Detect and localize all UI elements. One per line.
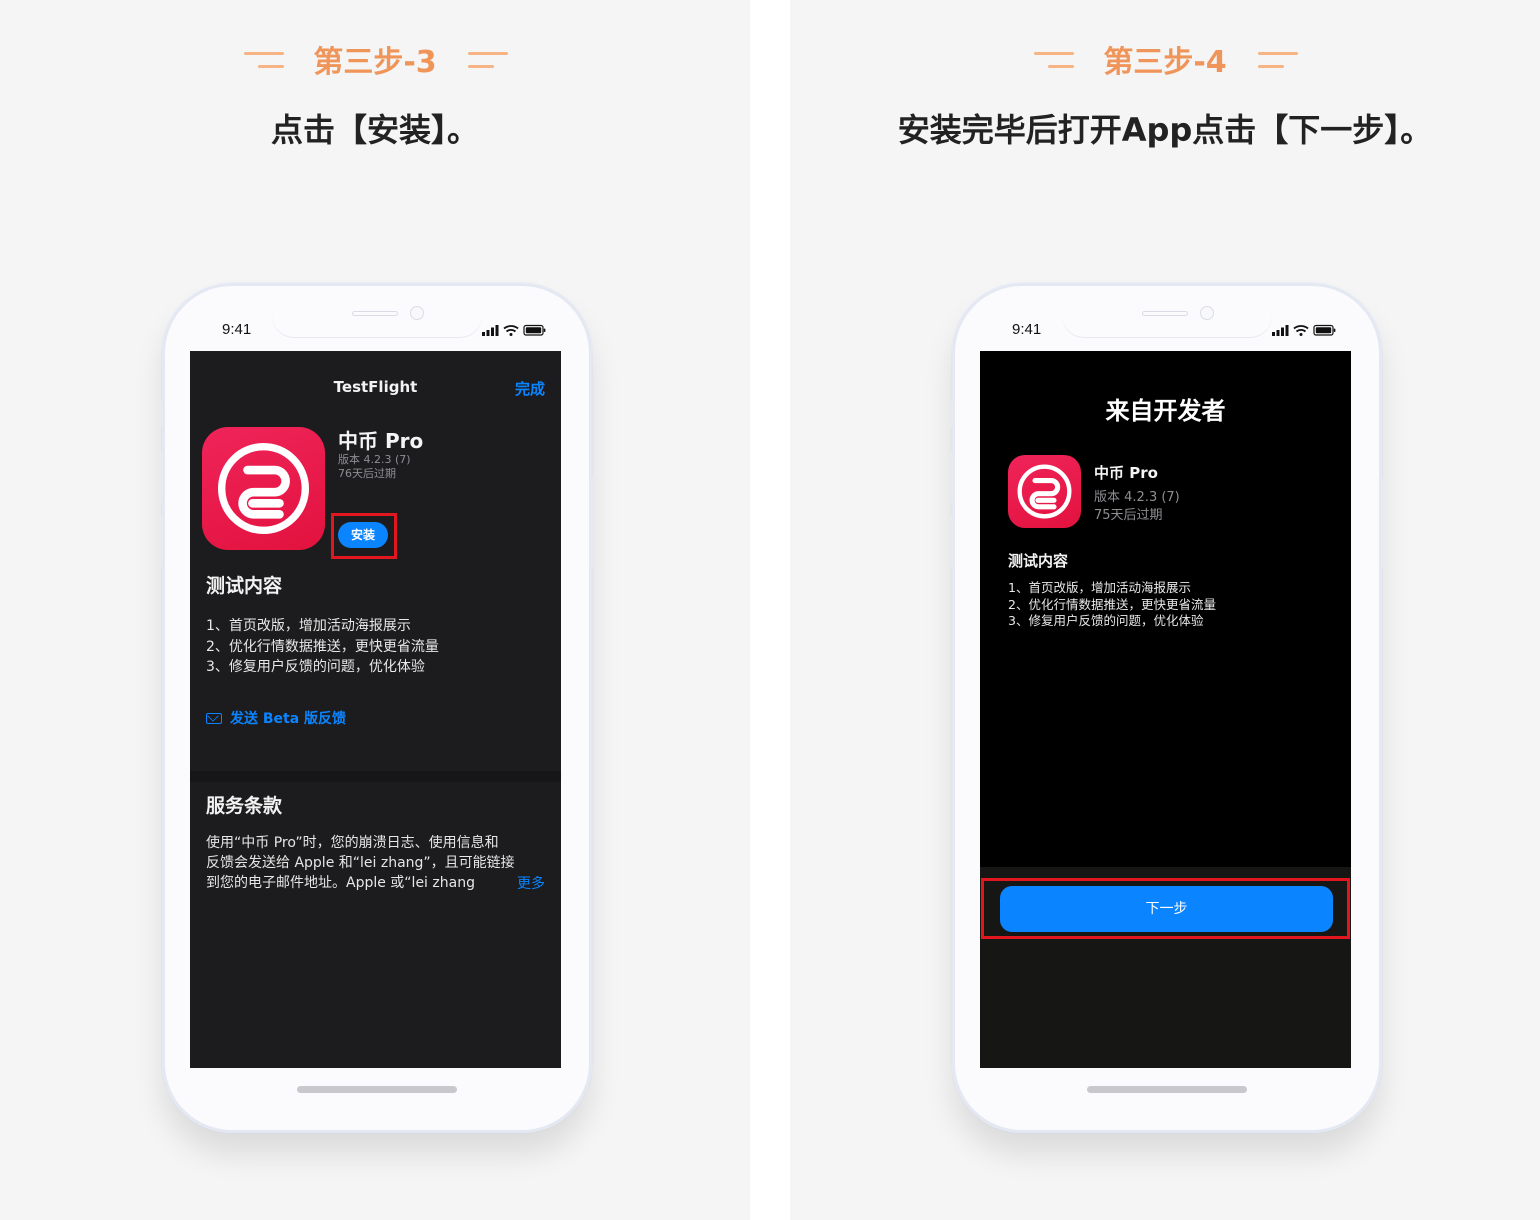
terms-title: 服务条款 (206, 795, 283, 817)
home-indicator (297, 1086, 457, 1093)
step-panel-left: 第三步-3 点击【安装】。 9:41 TestFlight 完成 中币 Pro … (0, 0, 750, 1220)
test-content-title: 测试内容 (1008, 552, 1069, 570)
highlight-box (981, 878, 1350, 939)
app-expiry: 76天后过期 (338, 467, 396, 480)
step-title: 第三步-3 (313, 45, 437, 80)
status-icons (1272, 324, 1336, 336)
app-version: 版本 4.2.3 (7) (1094, 490, 1180, 505)
app-name: 中币 Pro (1094, 464, 1158, 482)
done-button[interactable]: 完成 (515, 378, 545, 399)
terms-line: 使用“中币 Pro”时，您的崩溃日志、使用信息和 (206, 835, 499, 851)
app-expiry: 75天后过期 (1094, 508, 1163, 523)
test-notes: 1、首页改版，增加活动海报展示 2、优化行情数据推送，更快更省流量 3、修复用户… (1008, 580, 1216, 630)
list-item: 3、修复用户反馈的问题，优化体验 (1008, 613, 1204, 628)
speaker-icon (1142, 311, 1188, 316)
speaker-icon (352, 311, 398, 316)
app-logo-icon (202, 427, 325, 550)
list-item: 2、优化行情数据推送，更快更省流量 (206, 638, 439, 655)
camera-icon (410, 306, 424, 320)
status-icons (482, 324, 546, 336)
step-header: 第三步-4 (790, 42, 1540, 86)
wifi-icon (503, 325, 519, 333)
status-time: 9:41 (222, 321, 252, 338)
camera-icon (1200, 306, 1214, 320)
terms-text: 使用“中币 Pro”时，您的崩溃日志、使用信息和 反馈会发送给 Apple 和“… (206, 833, 551, 893)
title-decoration-icon (1258, 52, 1302, 74)
phone-mockup: 9:41 TestFlight 完成 中币 Pro 版本 4.2.3 (7) 7… (159, 283, 595, 1133)
step-title: 第三步-4 (1103, 45, 1227, 80)
battery-icon (523, 324, 546, 336)
wifi-icon (1293, 325, 1309, 333)
list-item: 1、首页改版，增加活动海报展示 (1008, 580, 1191, 595)
signal-icon (1272, 325, 1289, 336)
nav-title: TestFlight (333, 378, 418, 396)
battery-icon (1313, 324, 1336, 336)
step-description: 安装完毕后打开App点击【下一步】。 (897, 111, 1433, 149)
test-content-title: 测试内容 (206, 575, 283, 597)
step-panel-right: 第三步-4 安装完毕后打开App点击【下一步】。 9:41 来自开发者 中币 P… (790, 0, 1540, 1220)
app-logo-icon (1008, 455, 1081, 528)
notch (272, 299, 482, 337)
developer-screen: 来自开发者 中币 Pro 版本 4.2.3 (7) 75天后过期 测试内容 1、… (980, 351, 1351, 1068)
terms-line: 反馈会发送给 Apple 和“lei zhang”，且可能链接 (206, 855, 515, 871)
terms-line: 到您的电子邮件地址。Apple 或“lei zhang (206, 875, 475, 891)
status-time: 9:41 (1012, 321, 1042, 338)
sheet-title: 来自开发者 (1105, 397, 1226, 425)
step-header: 第三步-3 (0, 42, 750, 86)
mail-icon (206, 713, 222, 724)
title-decoration-icon (468, 52, 512, 74)
notch (1062, 299, 1272, 337)
list-item: 1、首页改版，增加活动海报展示 (206, 618, 411, 634)
testflight-screen: TestFlight 完成 中币 Pro 版本 4.2.3 (7) 76天后过期… (190, 351, 561, 1068)
more-link[interactable]: 更多 (517, 873, 545, 893)
list-item: 2、优化行情数据推送，更快更省流量 (1008, 596, 1216, 612)
phone-mockup: 9:41 来自开发者 中币 Pro 版本 4.2.3 (7) 75天后过期 测试… (949, 283, 1385, 1133)
send-feedback-link[interactable]: 发送 Beta 版反馈 (206, 708, 346, 728)
send-feedback-label: 发送 Beta 版反馈 (230, 711, 347, 727)
test-notes: 1、首页改版，增加活动海报展示 2、优化行情数据推送，更快更省流量 3、修复用户… (206, 616, 439, 678)
home-indicator (1087, 1086, 1247, 1093)
list-item: 3、修复用户反馈的问题，优化体验 (206, 659, 425, 675)
signal-icon (482, 325, 499, 336)
step-description: 点击【安装】。 (270, 111, 479, 149)
highlight-box (331, 513, 397, 559)
section-divider (190, 771, 561, 782)
app-name: 中币 Pro (338, 429, 424, 453)
